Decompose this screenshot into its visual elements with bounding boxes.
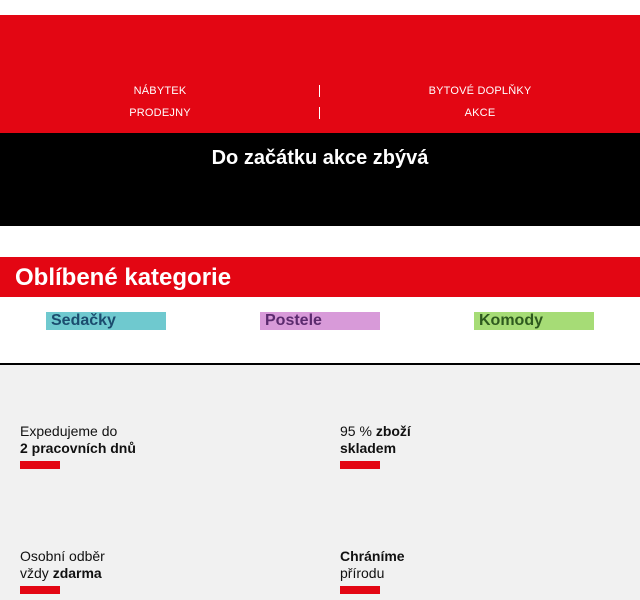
category-postele[interactable]: Postele — [260, 312, 380, 330]
benefit-pickup: Osobní odběr vždy zdarma — [20, 548, 105, 582]
benefit-text-bold: 2 pracovních dnů — [20, 440, 136, 456]
benefit-stock: 95 % zboží skladem — [340, 423, 411, 457]
benefit-accent-bar — [340, 586, 380, 594]
benefit-accent-bar — [20, 586, 60, 594]
benefit-text: Expedujeme do — [20, 423, 118, 439]
benefit-text: Osobní odběr — [20, 548, 105, 564]
benefit-text-bold: zboží — [375, 423, 411, 439]
nav-item-bytove-doplnky[interactable]: BYTOVÉ DOPLŇKY — [320, 85, 640, 98]
countdown-title: Do začátku akce zbývá — [211, 147, 429, 169]
benefit-text-bold: Chráníme — [340, 548, 405, 564]
benefit-nature: Chráníme přírodu — [340, 548, 405, 582]
benefit-text-bold: skladem — [340, 440, 397, 456]
benefit-shipping: Expedujeme do 2 pracovních dnů — [20, 423, 136, 457]
top-strip — [0, 0, 640, 15]
nav-item-akce[interactable]: AKCE — [320, 107, 640, 120]
category-komody[interactable]: Komody — [474, 312, 594, 330]
nav-item-nabytek[interactable]: NÁBYTEK — [0, 85, 320, 98]
benefit-text-bold: zdarma — [52, 565, 102, 581]
nav-item-prodejny[interactable]: PRODEJNY — [0, 107, 320, 120]
categories-title: Oblíbené kategorie — [15, 264, 232, 291]
benefit-accent-bar — [340, 461, 380, 469]
benefit-text: 95 % — [340, 423, 376, 439]
benefit-accent-bar — [20, 461, 60, 469]
category-sedacky[interactable]: Sedačky — [46, 312, 166, 330]
benefit-text: přírodu — [340, 565, 385, 581]
benefit-text: vždy — [20, 565, 53, 581]
